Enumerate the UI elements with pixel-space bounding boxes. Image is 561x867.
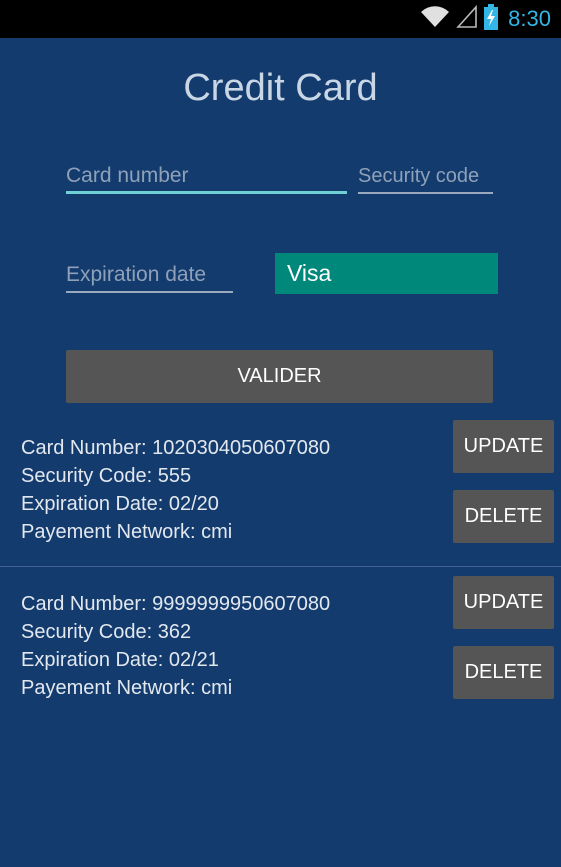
page-title: Credit Card bbox=[183, 67, 378, 109]
expiration-date-text: Expiration Date: 02/21 bbox=[21, 649, 219, 671]
valider-button[interactable]: VALIDER bbox=[66, 350, 493, 403]
delete-button[interactable]: DELETE bbox=[453, 490, 554, 543]
expiration-date-text: Expiration Date: 02/20 bbox=[21, 493, 219, 515]
network-text: Payement Network: cmi bbox=[21, 521, 233, 543]
card-number-field[interactable]: Card number bbox=[66, 160, 347, 194]
security-code-text: Security Code: 362 bbox=[21, 621, 192, 643]
card-number-placeholder: Card number bbox=[66, 164, 189, 187]
delete-button[interactable]: DELETE bbox=[453, 646, 554, 699]
update-button[interactable]: UPDATE bbox=[453, 420, 554, 473]
credit-card-screen: Credit Card Card number Security code Ex… bbox=[0, 38, 561, 867]
battery-charging-icon bbox=[484, 3, 499, 35]
network-select[interactable]: Visa bbox=[275, 253, 498, 294]
card-item: Card Number: 9999999950607080 Security C… bbox=[21, 590, 330, 702]
signal-icon bbox=[456, 4, 478, 34]
security-code-placeholder: Security code bbox=[358, 165, 480, 187]
security-code-text: Security Code: 555 bbox=[21, 465, 192, 487]
expiration-date-field[interactable]: Expiration date bbox=[66, 259, 233, 293]
card-number-text: Card Number: 9999999950607080 bbox=[21, 593, 331, 615]
wifi-icon bbox=[420, 5, 450, 34]
expiration-date-placeholder: Expiration date bbox=[66, 263, 207, 286]
network-text: Payement Network: cmi bbox=[21, 677, 233, 699]
card-item: Card Number: 1020304050607080 Security C… bbox=[21, 434, 330, 546]
status-bar: 8:30 bbox=[0, 0, 561, 38]
update-button[interactable]: UPDATE bbox=[453, 576, 554, 629]
security-code-field[interactable]: Security code bbox=[358, 160, 493, 194]
network-selected-value: Visa bbox=[287, 260, 332, 286]
card-number-text: Card Number: 1020304050607080 bbox=[21, 437, 331, 459]
clock: 8:30 bbox=[508, 6, 551, 31]
list-divider bbox=[0, 566, 561, 567]
